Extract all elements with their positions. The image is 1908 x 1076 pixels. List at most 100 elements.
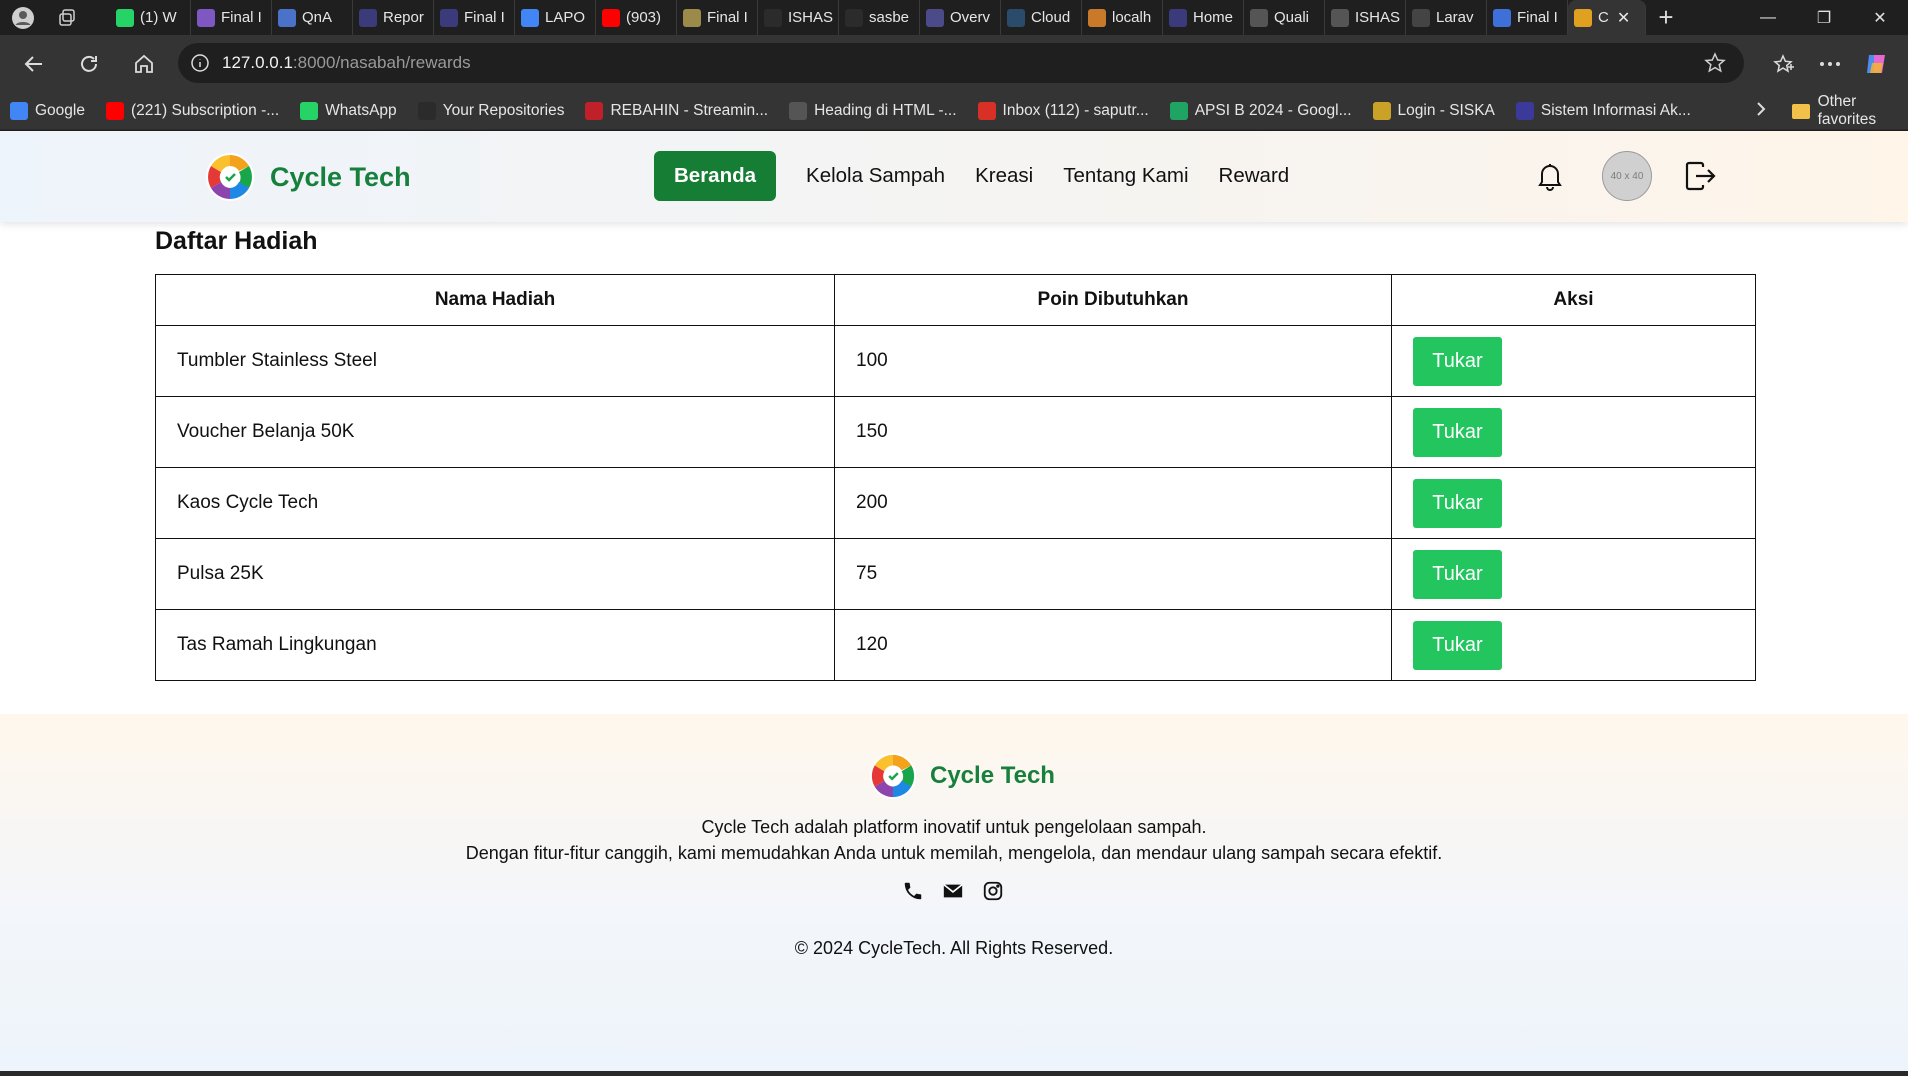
browser-tab[interactable]: Repor [353,0,434,35]
warning-icon [1088,8,1106,27]
tab-label: C [1598,9,1609,26]
phone-icon[interactable] [902,880,924,902]
browser-tab[interactable]: Home [1163,0,1244,35]
favorite-star-icon[interactable] [1704,52,1726,79]
table-row: Tas Ramah Lingkungan 120 Tukar [155,609,1756,681]
tukar-button[interactable]: Tukar [1413,478,1502,528]
reward-name-cell: Voucher Belanja 50K [155,396,835,468]
bookmark-item[interactable]: Your Repositories [417,102,564,120]
close-window-button[interactable]: ✕ [1852,0,1908,35]
address-bar[interactable]: 127.0.0.1:8000/nasabah/rewards [178,43,1744,83]
reward-name-cell: Pulsa 25K [155,538,835,610]
footer-description-line-1: Cycle Tech adalah platform inovatif untu… [701,817,1207,837]
site-info-icon[interactable] [178,53,222,73]
tab-label: Final I [464,9,505,26]
bookmark-item[interactable]: (221) Subscription -... [105,102,280,120]
browser-tab[interactable]: ISHAS [758,0,839,35]
browser-tab[interactable]: Final I [1487,0,1568,35]
bookmark-item[interactable]: Sistem Informasi Ak... [1515,102,1691,120]
window-controls: — ❐ ✕ [1740,0,1908,35]
browser-tab[interactable]: Overv [920,0,1001,35]
browser-tab[interactable]: Quali [1244,0,1325,35]
profile-icon[interactable] [10,5,36,31]
nav-kreasi[interactable]: Kreasi [975,164,1033,188]
close-tab-icon[interactable]: ✕ [1617,8,1630,28]
home-button[interactable] [116,44,171,84]
browser-tab[interactable]: localh [1082,0,1163,35]
browser-tab[interactable]: Larav [1406,0,1487,35]
new-tab-button[interactable]: + [1646,0,1686,35]
browser-tab[interactable]: LAPO [515,0,596,35]
bookmark-item[interactable]: REBAHIN - Streamin... [585,102,768,120]
logout-icon[interactable] [1684,160,1716,192]
browser-tab[interactable]: C ✕ [1568,0,1646,35]
tab-label: Repor [383,9,424,26]
reward-action-cell: Tukar [1391,396,1756,468]
tab-label: Final I [707,9,748,26]
minimize-button[interactable]: — [1740,0,1796,35]
rewards-table-body: Tumbler Stainless Steel 100 Tukar Voucher B… [155,325,1756,681]
tukar-button[interactable]: Tukar [1413,407,1502,457]
home-icon [134,54,153,73]
bookmark-item[interactable]: APSI B 2024 - Googl... [1169,102,1352,120]
browser-tab[interactable]: Final I [191,0,272,35]
bookmark-label: WhatsApp [325,102,397,119]
tukar-button[interactable]: Tukar [1413,549,1502,599]
bookmark-item[interactable]: Google [10,102,85,120]
bookmark-item[interactable]: Inbox (112) - saputr... [977,102,1149,120]
favorites-icon[interactable] [1770,50,1798,78]
browser-tab[interactable]: (1) W [110,0,191,35]
bookmark-label: REBAHIN - Streamin... [610,102,769,119]
nav-tentang-kami[interactable]: Tentang Kami [1063,164,1188,188]
toolbar-right [1770,35,1908,93]
github-icon [764,8,782,27]
browser-tab[interactable]: Cloud [1001,0,1082,35]
tab-label: ISHAS [1355,9,1401,26]
bookmark-label: (221) Subscription -... [130,102,280,119]
more-menu-icon[interactable] [1816,50,1844,78]
browser-tab[interactable]: ISHAS [1325,0,1406,35]
tab-label: Quali [1274,9,1310,26]
notification-bell-icon[interactable] [1534,160,1566,192]
drive-icon [1169,102,1188,120]
reward-action-cell: Tukar [1391,609,1756,681]
nav-kelola-sampah[interactable]: Kelola Sampah [806,164,945,188]
browser-tab[interactable]: Final I [434,0,515,35]
column-header-points: Poin Dibutuhkan [834,274,1392,326]
chart-icon [1250,8,1268,27]
google-icon [10,102,28,120]
openai-icon [1412,8,1430,27]
tab-label: ISHAS [788,9,834,26]
bookmark-item[interactable]: Login - SISKA [1372,102,1495,120]
nav-beranda[interactable]: Beranda [654,151,777,201]
bookmark-item[interactable]: Heading di HTML -... [789,102,957,120]
cycletech-icon [1574,8,1592,27]
column-header-action: Aksi [1391,274,1756,326]
tab-label: Home [1193,9,1234,26]
tukar-button[interactable]: Tukar [1413,336,1502,386]
browser-tab[interactable]: Final I [677,0,758,35]
copilot-icon[interactable] [1862,50,1890,78]
reload-button[interactable] [61,44,116,84]
github-icon [845,8,863,27]
cloud-icon [1007,8,1025,27]
browser-tab[interactable]: sasbe [839,0,920,35]
restore-button[interactable]: ❐ [1796,0,1852,35]
workspaces-icon[interactable] [54,5,80,31]
browser-tab[interactable]: (903) [596,0,677,35]
back-arrow-icon [24,56,42,72]
bookmark-item[interactable]: WhatsApp [300,102,397,120]
browser-tab[interactable]: QnA [272,0,353,35]
other-favorites[interactable]: Other favorites [1791,93,1908,129]
mail-icon[interactable] [942,880,964,902]
bookmark-label: Inbox (112) - saputr... [1002,102,1149,119]
bookmarks-overflow-chevron-icon[interactable] [1756,101,1766,122]
tukar-button[interactable]: Tukar [1413,620,1502,670]
brand[interactable]: Cycle Tech [204,151,411,203]
main-content: Daftar Hadiah Nama Hadiah Poin Dibutuhka… [155,227,1756,681]
instagram-icon[interactable] [982,880,1004,902]
tab-label: LAPO [545,9,586,26]
back-button[interactable] [6,44,61,84]
nav-reward[interactable]: Reward [1219,164,1290,188]
avatar[interactable]: 40 x 40 [1602,151,1652,201]
